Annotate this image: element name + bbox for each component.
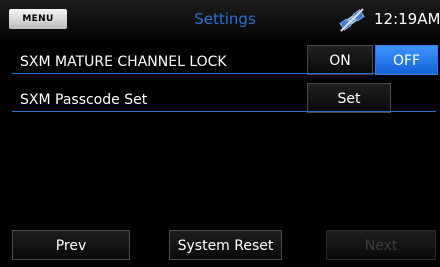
page-title: Settings	[194, 10, 256, 28]
divider	[12, 73, 436, 74]
divider	[12, 111, 436, 112]
mature-lock-label: SXM MATURE CHANNEL LOCK	[20, 54, 227, 70]
prev-button[interactable]: Prev	[12, 230, 130, 260]
next-button: Next	[326, 230, 436, 260]
system-reset-button[interactable]: System Reset	[169, 230, 282, 260]
mature-lock-on-button[interactable]: ON	[307, 45, 373, 75]
passcode-set-button[interactable]: Set	[307, 83, 391, 113]
status-bar: MENU Settings 12:19AM	[0, 0, 440, 40]
mature-lock-off-button[interactable]: OFF	[375, 45, 438, 75]
satellite-signal-icon	[339, 8, 365, 32]
menu-button[interactable]: MENU	[9, 9, 67, 29]
passcode-label: SXM Passcode Set	[20, 92, 148, 108]
clock: 12:19AM	[374, 10, 440, 28]
